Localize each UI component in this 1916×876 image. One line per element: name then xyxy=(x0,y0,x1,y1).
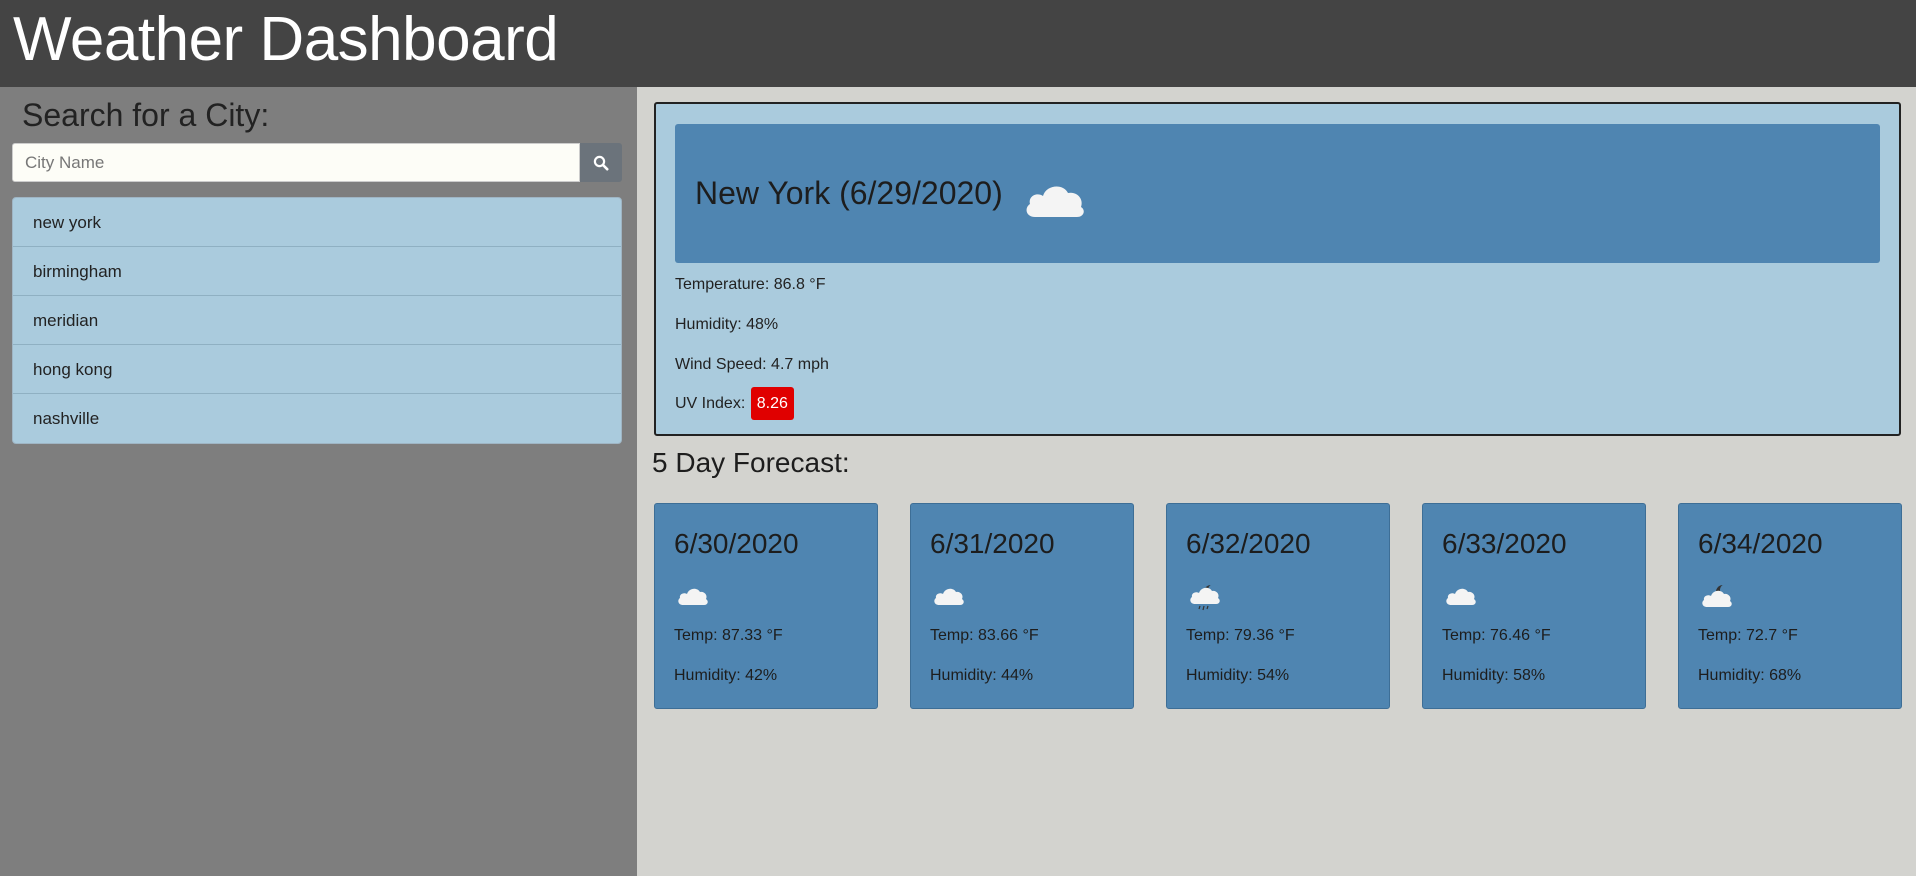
cloud-icon xyxy=(1026,186,1084,217)
forecast-humidity: Humidity: 42% xyxy=(674,667,778,684)
current-humidity: Humidity: 48% xyxy=(675,316,779,333)
app-title: Weather Dashboard xyxy=(13,5,559,74)
forecast-humidity: Humidity: 54% xyxy=(1186,667,1290,684)
city-history-item[interactable]: hong kong xyxy=(13,345,621,394)
forecast-title: 5 Day Forecast: xyxy=(652,447,850,478)
uv-index-label: UV Index: xyxy=(675,395,746,412)
current-weather-card: New York (6/29/2020) Temperature: 86.8 °… xyxy=(654,102,1901,436)
city-history-list: new york birmingham meridian hong kong n… xyxy=(12,197,622,444)
current-temperature: Temperature: 86.8 °F xyxy=(675,276,826,293)
forecast-date: 6/30/2020 xyxy=(674,528,799,559)
search-form xyxy=(12,143,622,182)
forecast-humidity: Humidity: 58% xyxy=(1442,667,1546,684)
cloud-icon xyxy=(1446,588,1476,605)
sidebar: Search for a City: new york birmingham m… xyxy=(0,87,637,876)
forecast-card: 6/32/2020 Temp: 79.36 °F Humidity: 54% xyxy=(1166,503,1390,709)
search-icon xyxy=(593,155,609,170)
forecast-temp: Temp: 83.66 °F xyxy=(930,627,1039,644)
forecast-humidity: Humidity: 68% xyxy=(1698,667,1802,684)
current-weather-header: New York (6/29/2020) xyxy=(675,124,1880,263)
night-cloud-icon xyxy=(1702,584,1732,607)
forecast-card: 6/30/2020 Temp: 87.33 °F Humidity: 42% xyxy=(654,503,878,709)
forecast-date: 6/32/2020 xyxy=(1186,528,1311,559)
city-history-item[interactable]: meridian xyxy=(13,296,621,345)
forecast-temp: Temp: 76.46 °F xyxy=(1442,627,1551,644)
city-search-input[interactable] xyxy=(12,143,580,182)
city-history-item[interactable]: nashville xyxy=(13,394,621,443)
forecast-temp: Temp: 72.7 °F xyxy=(1698,627,1798,644)
current-uv-index: UV Index: 8.26 xyxy=(675,387,794,420)
main-content: New York (6/29/2020) Temperature: 86.8 °… xyxy=(637,87,1916,876)
forecast-date: 6/33/2020 xyxy=(1442,528,1567,559)
city-history-item[interactable]: birmingham xyxy=(13,247,621,296)
city-history-item[interactable]: new york xyxy=(13,198,621,247)
forecast-card: 6/34/2020 Temp: 72.7 °F Humidity: 68% xyxy=(1678,503,1902,709)
search-button[interactable] xyxy=(580,143,622,182)
forecast-humidity: Humidity: 44% xyxy=(930,667,1034,684)
forecast-card: 6/33/2020 Temp: 76.46 °F Humidity: 58% xyxy=(1422,503,1646,709)
night-rain-icon xyxy=(1190,584,1220,611)
cloud-icon xyxy=(678,588,708,605)
current-wind-speed: Wind Speed: 4.7 mph xyxy=(675,356,829,373)
cloud-icon xyxy=(934,588,964,605)
forecast-date: 6/31/2020 xyxy=(930,528,1055,559)
forecast-date: 6/34/2020 xyxy=(1698,528,1823,559)
search-title: Search for a City: xyxy=(22,97,270,133)
uv-index-badge: 8.26 xyxy=(750,387,794,420)
app-header: Weather Dashboard xyxy=(0,0,1916,87)
forecast-temp: Temp: 79.36 °F xyxy=(1186,627,1295,644)
forecast-card: 6/31/2020 Temp: 83.66 °F Humidity: 44% xyxy=(910,503,1134,709)
forecast-temp: Temp: 87.33 °F xyxy=(674,627,783,644)
current-city-title: New York (6/29/2020) xyxy=(695,175,1003,211)
